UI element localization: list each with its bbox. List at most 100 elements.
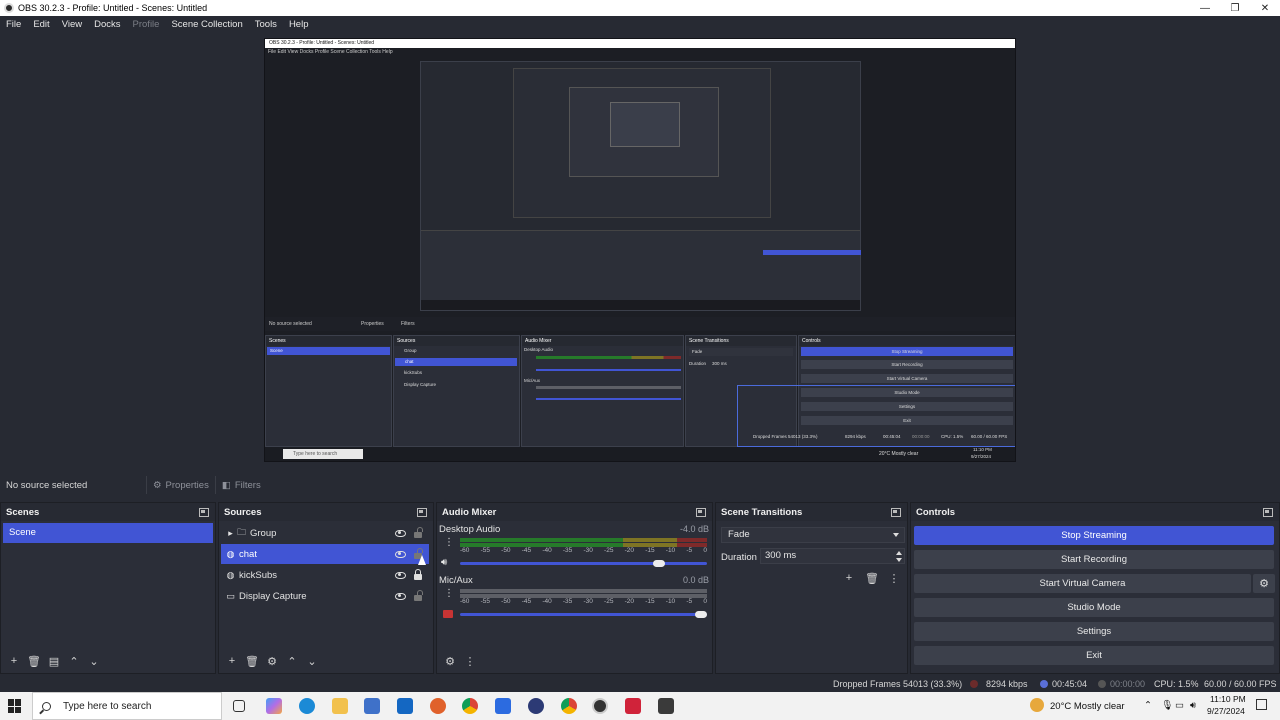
windows-start-icon[interactable] (8, 699, 22, 713)
minimize-button[interactable]: — (1190, 0, 1220, 16)
maximize-button[interactable]: ❐ (1220, 0, 1250, 16)
task-view-icon[interactable] (233, 700, 245, 712)
app-icon[interactable] (625, 698, 641, 714)
move-down-button[interactable]: ⌄ (85, 652, 103, 670)
visibility-eye-icon[interactable] (394, 590, 406, 602)
menu-tools[interactable]: Tools (249, 19, 283, 30)
obs-logo-icon (4, 3, 14, 13)
volume-icon[interactable]: 🔊︎ (1190, 700, 1196, 711)
move-up-button[interactable]: ⌃ (283, 652, 301, 670)
channel-menu-icon[interactable]: ⋮ (444, 537, 454, 549)
app-icon[interactable] (495, 698, 511, 714)
source-item-display-capture[interactable]: ▭ Display Capture (221, 586, 429, 606)
chrome-icon[interactable] (462, 698, 478, 714)
outlook-icon[interactable] (397, 698, 413, 714)
obs-taskbar-icon[interactable] (592, 698, 608, 714)
app-icon[interactable] (528, 698, 544, 714)
chrome-icon[interactable] (561, 698, 577, 714)
mixer-menu-icon[interactable]: ⋮ (461, 652, 479, 670)
microphone-icon[interactable]: 🎙︎ (1161, 700, 1173, 711)
filters-button[interactable]: ◧ Filters (214, 476, 267, 494)
nested-stop-button (763, 250, 861, 255)
start-virtual-camera-button[interactable]: Start Virtual Camera (914, 574, 1251, 593)
advanced-audio-gear-icon[interactable]: ⚙ (441, 652, 459, 670)
browser-globe-icon: ◍ (226, 569, 235, 580)
preview-canvas[interactable]: OBS 30.2.3 - Profile: Untitled - Scenes:… (264, 38, 1016, 462)
clock-time[interactable]: 11:10 PM (1210, 694, 1246, 704)
undock-icon[interactable] (1263, 507, 1273, 517)
remove-scene-button[interactable]: 🗑 (25, 652, 43, 670)
network-icon[interactable]: ▭ (1175, 700, 1184, 711)
muted-speaker-icon[interactable] (443, 610, 453, 618)
edge-browser-icon[interactable] (299, 698, 315, 714)
volume-slider[interactable] (460, 562, 707, 565)
lock-icon[interactable] (413, 590, 423, 602)
source-item-chat[interactable]: ◍ chat (221, 544, 429, 564)
nested-capture-level-2 (513, 68, 771, 218)
stop-streaming-button[interactable]: Stop Streaming (914, 526, 1274, 545)
add-transition-button[interactable]: + (840, 569, 858, 587)
undock-icon[interactable] (891, 507, 901, 517)
app-icon[interactable] (658, 698, 674, 714)
move-down-button[interactable]: ⌄ (303, 652, 321, 670)
volume-slider[interactable] (460, 613, 707, 616)
transition-menu-icon[interactable]: ⋮ (885, 569, 903, 587)
start-recording-button[interactable]: Start Recording (914, 550, 1274, 569)
weather-text[interactable]: 20°C Mostly clear (1050, 701, 1125, 712)
scene-filters-button[interactable]: ▤ (45, 652, 63, 670)
dropped-frames: Dropped Frames 54013 (33.3%) (833, 679, 963, 689)
speaker-icon[interactable]: 🔊︎ (441, 557, 455, 569)
transition-select[interactable]: Fade (721, 527, 905, 543)
preview-taskbar: Type here to search 20°C Mostly clear 11… (265, 447, 1015, 461)
remove-source-button[interactable]: 🗑 (243, 652, 261, 670)
microsoft-store-icon[interactable] (364, 698, 380, 714)
menu-view[interactable]: View (56, 19, 88, 30)
menu-scene-collection[interactable]: Scene Collection (165, 19, 248, 30)
remove-transition-button[interactable]: 🗑 (863, 569, 881, 587)
clock-date[interactable]: 9/27/2024 (1207, 706, 1245, 716)
menu-help[interactable]: Help (283, 19, 315, 30)
duration-input[interactable]: 300 ms (760, 548, 905, 564)
undock-icon[interactable] (199, 507, 209, 517)
visibility-eye-icon[interactable] (394, 527, 406, 539)
move-up-button[interactable]: ⌃ (65, 652, 83, 670)
record-time: 00:00:00 (1110, 679, 1146, 689)
lock-icon[interactable] (413, 569, 423, 581)
menu-file[interactable]: File (0, 19, 27, 30)
chevron-up-icon[interactable]: ⌃ (1144, 700, 1152, 711)
file-explorer-icon[interactable] (332, 698, 348, 714)
firefox-icon[interactable] (430, 698, 446, 714)
menu-docks[interactable]: Docks (88, 19, 126, 30)
no-source-label: No source selected (6, 479, 88, 491)
undock-icon[interactable] (696, 507, 706, 517)
studio-mode-button[interactable]: Studio Mode (914, 598, 1274, 617)
add-source-button[interactable]: + (223, 652, 241, 670)
visibility-eye-icon[interactable] (394, 548, 406, 560)
menu-profile[interactable]: Profile (127, 19, 166, 30)
menu-edit[interactable]: Edit (27, 19, 55, 30)
source-properties-button[interactable]: ⚙ (263, 652, 281, 670)
lock-icon[interactable] (413, 527, 423, 539)
folder-icon: 🗀 (236, 527, 246, 537)
scene-item[interactable]: Scene (3, 523, 213, 543)
taskbar-search-box[interactable]: Type here to search (32, 692, 222, 720)
spin-down-icon[interactable] (896, 558, 902, 562)
exit-button[interactable]: Exit (914, 646, 1274, 665)
add-scene-button[interactable]: + (5, 652, 23, 670)
expand-arrow-icon[interactable]: ▸ (225, 528, 236, 539)
source-item-group[interactable]: ▸ 🗀 Group (221, 523, 429, 543)
channel-menu-icon[interactable]: ⋮ (444, 588, 454, 600)
source-item-kicksubs[interactable]: ◍ kickSubs (221, 565, 429, 585)
volume-slider-knob[interactable] (653, 560, 665, 567)
visibility-eye-icon[interactable] (394, 569, 406, 581)
transitions-header: Scene Transitions (716, 503, 907, 521)
copilot-icon[interactable] (266, 698, 282, 714)
volume-slider-knob[interactable] (695, 611, 707, 618)
spin-up-icon[interactable] (896, 551, 902, 555)
undock-icon[interactable] (417, 507, 427, 517)
properties-button[interactable]: ⚙ Properties (146, 476, 215, 494)
notification-icon[interactable] (1256, 699, 1267, 710)
virtual-camera-settings-gear-icon[interactable]: ⚙ (1253, 574, 1275, 593)
close-button[interactable]: ✕ (1250, 0, 1280, 16)
settings-button[interactable]: Settings (914, 622, 1274, 641)
